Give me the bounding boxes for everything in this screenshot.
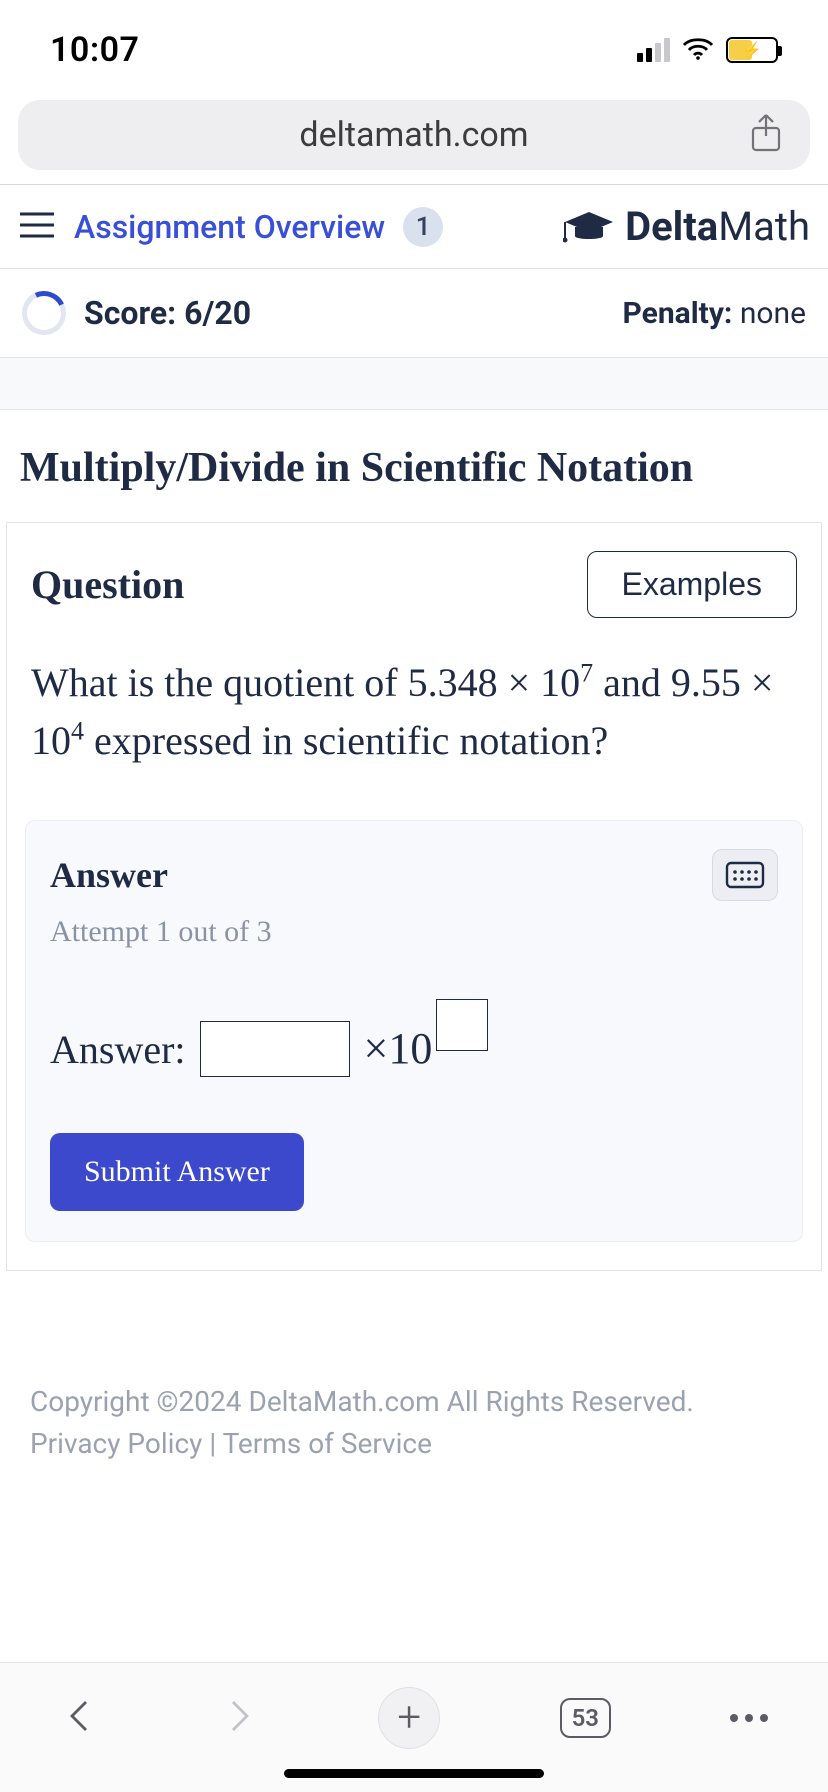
wifi-icon	[682, 36, 714, 64]
status-icons: ⚡	[637, 36, 778, 64]
terms-link[interactable]: Terms of Service	[223, 1427, 432, 1460]
forward-button[interactable]	[219, 1696, 259, 1740]
back-button[interactable]	[60, 1696, 100, 1740]
progress-spinner-icon	[16, 285, 72, 341]
score-text: Score: 6/20	[84, 294, 251, 332]
logo-text: DeltaMath	[625, 203, 810, 250]
status-bar: 10:07 ⚡	[0, 0, 828, 100]
question-header: Question Examples	[7, 523, 821, 628]
penalty-text: Penalty: none	[623, 296, 806, 331]
exponent-input[interactable]	[436, 999, 488, 1051]
url-text: deltamath.com	[299, 115, 528, 155]
score-row: Score: 6/20 Penalty: none	[0, 268, 828, 358]
keyboard-icon[interactable]	[712, 849, 778, 901]
assignment-count-badge: 1	[403, 207, 443, 247]
graduation-cap-icon	[563, 208, 615, 246]
submit-answer-button[interactable]: Submit Answer	[50, 1133, 304, 1211]
answer-row-label: Answer:	[50, 1026, 186, 1073]
section-gap	[0, 358, 828, 410]
question-body: What is the quotient of 5.348 × 107 and …	[7, 628, 821, 810]
assignment-overview-link[interactable]: Assignment Overview	[74, 208, 385, 246]
answer-input-row: Answer: ×10	[50, 1021, 778, 1077]
home-indicator	[284, 1769, 544, 1778]
status-time: 10:07	[50, 30, 139, 70]
attempt-text: Attempt 1 out of 3	[50, 915, 778, 949]
times-ten-label: ×10	[364, 1023, 489, 1075]
share-icon[interactable]	[748, 112, 784, 158]
footer: Copyright ©2024 DeltaMath.com All Rights…	[0, 1271, 828, 1465]
app-header: Assignment Overview 1 DeltaMath	[0, 185, 828, 268]
question-label: Question	[31, 561, 184, 608]
answer-block: Answer Attempt 1 out of 3 Answer: ×10 Su…	[25, 820, 803, 1242]
coefficient-input[interactable]	[200, 1021, 350, 1077]
battery-icon: ⚡	[726, 37, 778, 63]
menu-icon[interactable]	[18, 210, 56, 244]
privacy-policy-link[interactable]: Privacy Policy	[30, 1427, 202, 1460]
browser-address-bar-wrap: deltamath.com	[0, 100, 828, 184]
browser-bottom-nav: + 53	[0, 1662, 828, 1792]
browser-address-bar[interactable]: deltamath.com	[18, 100, 810, 170]
deltamath-logo[interactable]: DeltaMath	[563, 203, 810, 250]
new-tab-button[interactable]: +	[378, 1687, 440, 1749]
more-icon[interactable]	[730, 1714, 768, 1722]
copyright-text: Copyright ©2024 DeltaMath.com All Rights…	[30, 1381, 798, 1423]
tabs-button[interactable]: 53	[560, 1698, 611, 1738]
cellular-signal-icon	[637, 38, 670, 62]
examples-button[interactable]: Examples	[587, 551, 798, 618]
page-title: Multiply/Divide in Scientific Notation	[0, 410, 828, 522]
question-card: Question Examples What is the quotient o…	[6, 522, 822, 1271]
answer-title: Answer	[50, 854, 168, 896]
